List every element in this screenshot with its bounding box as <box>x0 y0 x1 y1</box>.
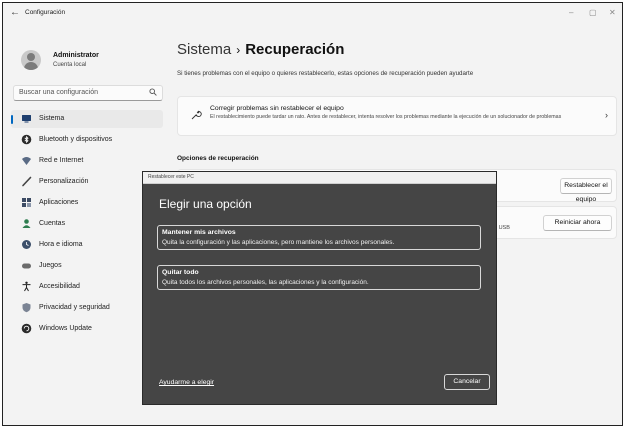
section-heading: Opciones de recuperación <box>177 155 259 162</box>
sidebar-item-label: Sistema <box>39 115 65 122</box>
globe-clock-icon <box>21 239 32 250</box>
avatar-head <box>27 53 35 61</box>
apps-icon <box>21 197 32 208</box>
update-icon <box>21 323 32 334</box>
keep-files-option[interactable]: Mantener mis archivos Quita la configura… <box>157 225 481 250</box>
app-title: Configuración <box>25 9 66 16</box>
sidebar-item-time-language[interactable]: Hora e idioma <box>11 236 163 254</box>
profile-account-type: Cuenta local <box>53 62 87 68</box>
profile-name: Administrator <box>53 52 99 59</box>
troubleshoot-card[interactable]: Corregir problemas sin restablecer el eq… <box>177 96 617 136</box>
wrench-icon <box>190 109 202 124</box>
page-description: Si tienes problemas con el equipo o quie… <box>177 70 474 77</box>
avatar[interactable] <box>21 50 41 70</box>
troubleshoot-description: El restablecimiento puede tardar un rato… <box>210 114 562 120</box>
restart-now-button[interactable]: Reiniciar ahora <box>543 215 612 231</box>
sidebar-item-gaming[interactable]: Juegos <box>11 257 163 275</box>
wifi-icon <box>21 155 32 166</box>
sidebar-item-label: Juegos <box>39 262 62 269</box>
sidebar-item-windows-update[interactable]: Windows Update <box>11 320 163 338</box>
sidebar-item-label: Accesibilidad <box>39 283 80 290</box>
sidebar-item-label: Privacidad y seguridad <box>39 304 110 311</box>
dialog-heading: Elegir una opción <box>159 197 252 211</box>
sidebar-item-personalization[interactable]: Personalización <box>11 173 163 191</box>
option-description: Quita todos los archivos personales, las… <box>162 279 369 286</box>
sidebar-item-label: Cuentas <box>39 220 66 227</box>
selection-indicator <box>11 115 13 124</box>
troubleshoot-title: Corregir problemas sin restablecer el eq… <box>210 105 344 112</box>
option-title: Mantener mis archivos <box>162 229 236 236</box>
page-title: Sistema › Recuperación <box>177 41 344 58</box>
bluetooth-icon <box>21 134 32 145</box>
sidebar-item-accessibility[interactable]: Accesibilidad <box>11 278 163 296</box>
minimize-icon[interactable]: – <box>569 8 573 17</box>
sidebar-item-label: Personalización <box>39 178 89 185</box>
dialog-title: Restablecer este PC <box>148 174 194 180</box>
reset-pc-button[interactable]: Restablecer el equipo <box>560 178 612 203</box>
sidebar-item-privacy[interactable]: Privacidad y seguridad <box>11 299 163 317</box>
help-me-choose-link[interactable]: Ayudarme a elegir <box>159 379 214 386</box>
sidebar-item-label: Windows Update <box>39 325 92 332</box>
back-arrow-icon[interactable]: ← <box>10 7 20 18</box>
breadcrumb-current: Recuperación <box>245 41 345 58</box>
reset-pc-dialog: Restablecer este PC Elegir una opción Ma… <box>142 171 497 405</box>
title-bar: ← Configuración – ▢ ✕ <box>3 3 622 25</box>
sidebar-item-label: Hora e idioma <box>39 241 83 248</box>
close-icon[interactable]: ✕ <box>609 8 616 17</box>
sidebar-item-bluetooth[interactable]: Bluetooth y dispositivos <box>11 131 163 149</box>
person-icon <box>21 218 32 229</box>
search-placeholder: Buscar una configuración <box>19 89 98 96</box>
sidebar-item-label: Bluetooth y dispositivos <box>39 136 113 143</box>
avatar-body <box>24 62 38 70</box>
search-input[interactable]: Buscar una configuración <box>13 85 163 101</box>
shield-icon <box>21 302 32 313</box>
option-description: Quita la configuración y las aplicacione… <box>162 239 395 246</box>
search-icon[interactable] <box>149 88 157 98</box>
settings-window: ← Configuración – ▢ ✕ Administrator Cuen… <box>2 2 623 426</box>
chevron-right-icon: › <box>605 110 608 120</box>
sidebar-item-label: Red e Internet <box>39 157 84 164</box>
sidebar-item-network[interactable]: Red e Internet <box>11 152 163 170</box>
accessibility-icon <box>21 281 32 292</box>
cancel-button[interactable]: Cancelar <box>444 374 490 390</box>
sidebar-item-system[interactable]: Sistema <box>11 110 163 128</box>
maximize-icon[interactable]: ▢ <box>589 8 597 17</box>
chevron-right-icon: › <box>236 43 241 57</box>
breadcrumb-parent[interactable]: Sistema <box>177 41 231 58</box>
dialog-title-bar: Restablecer este PC <box>143 172 496 184</box>
gamepad-icon <box>21 260 32 271</box>
system-icon <box>21 113 32 124</box>
sidebar-item-accounts[interactable]: Cuentas <box>11 215 163 233</box>
sidebar-item-label: Aplicaciones <box>39 199 79 206</box>
sidebar-item-apps[interactable]: Aplicaciones <box>11 194 163 212</box>
option-title: Quitar todo <box>162 269 199 276</box>
remove-everything-option[interactable]: Quitar todo Quita todos los archivos per… <box>157 265 481 290</box>
brush-icon <box>21 176 32 187</box>
